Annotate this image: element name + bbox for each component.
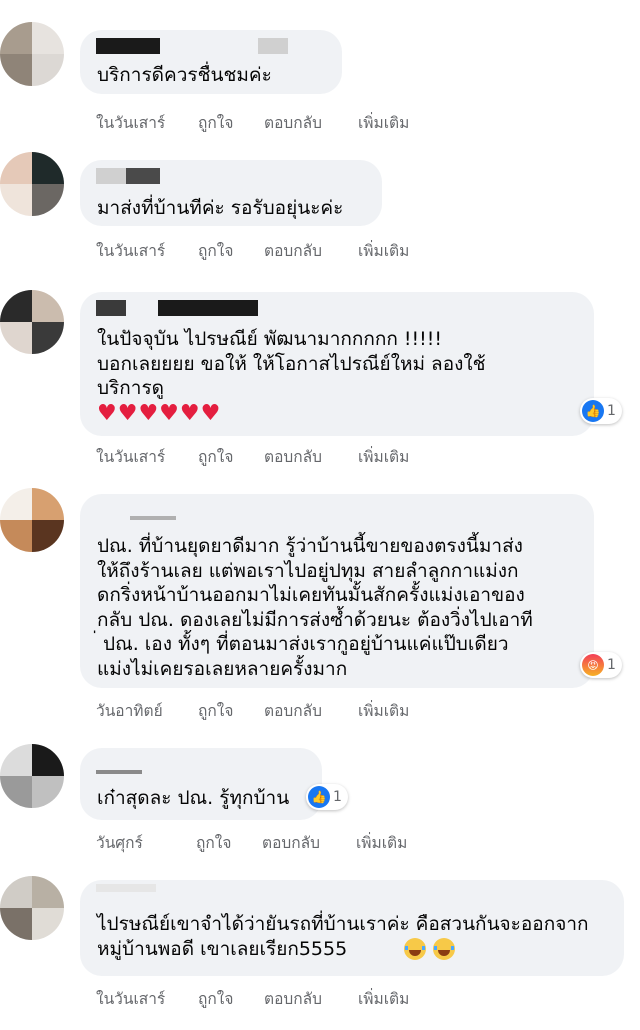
- more-button[interactable]: เพิ่มเติม: [358, 110, 409, 135]
- comment-text: เก๋าสุดละ ปณ. รู้ทุกบ้าน: [97, 787, 290, 809]
- redacted-name: [96, 770, 142, 774]
- comment-text: บริการดีควรชื่นชมค่ะ: [97, 64, 272, 86]
- redacted-name: [96, 884, 156, 892]
- reaction-count[interactable]: 👍 1: [306, 784, 348, 810]
- avatar[interactable]: [0, 22, 64, 86]
- comment-actions: วันอาทิตย์ ถูกใจ ตอบกลับ เพิ่มเติม: [96, 698, 409, 723]
- reply-button[interactable]: ตอบกลับ: [262, 830, 356, 855]
- comment-actions: ในวันเสาร์ ถูกใจ ตอบกลับ เพิ่มเติม: [96, 110, 409, 135]
- comment-timestamp[interactable]: วันอาทิตย์: [96, 698, 198, 723]
- comment-actions: ในวันเสาร์ ถูกใจ ตอบกลับ เพิ่มเติม: [96, 238, 409, 263]
- reply-button[interactable]: ตอบกลับ: [264, 238, 358, 263]
- reaction-count[interactable]: 😡 1: [580, 652, 622, 678]
- angry-icon: 😡: [582, 654, 604, 676]
- comment-timestamp[interactable]: ในวันเสาร์: [96, 444, 198, 469]
- avatar[interactable]: [0, 876, 64, 940]
- redacted-name: [130, 516, 176, 520]
- tears-of-joy-emoji: [404, 938, 426, 960]
- comment-actions: ในวันเสาร์ ถูกใจ ตอบกลับ เพิ่มเติม: [96, 444, 409, 469]
- avatar[interactable]: [0, 152, 64, 216]
- reply-button[interactable]: ตอบกลับ: [264, 444, 358, 469]
- comment-bubble: ในปัจจุบัน ไปรษณีย์ พัฒนามากกกกก !!!!! บ…: [80, 292, 594, 436]
- reaction-number: 1: [607, 657, 616, 673]
- redacted-name[interactable]: [158, 300, 258, 316]
- comment-timestamp[interactable]: ในวันเสาร์: [96, 110, 198, 135]
- redacted-name[interactable]: [96, 300, 126, 316]
- redacted-name[interactable]: [96, 38, 160, 54]
- redacted-name[interactable]: [126, 168, 160, 184]
- comment-text: มาส่งที่บ้านทีค่ะ รอรับอยุ่นะค่ะ: [97, 197, 344, 219]
- reply-button[interactable]: ตอบกลับ: [264, 698, 358, 723]
- comment-bubble: เก๋าสุดละ ปณ. รู้ทุกบ้าน: [80, 748, 322, 820]
- reply-button[interactable]: ตอบกลับ: [264, 986, 358, 1011]
- more-button[interactable]: เพิ่มเติม: [356, 830, 407, 855]
- comment-bubble: บริการดีควรชื่นชมค่ะ: [80, 30, 342, 94]
- reply-button[interactable]: ตอบกลับ: [264, 110, 358, 135]
- more-button[interactable]: เพิ่มเติม: [358, 444, 409, 469]
- like-icon: 👍: [308, 786, 330, 808]
- comment-timestamp[interactable]: วันศุกร์: [96, 830, 196, 855]
- like-button[interactable]: ถูกใจ: [198, 698, 264, 723]
- reaction-number: 1: [333, 789, 342, 805]
- like-button[interactable]: ถูกใจ: [198, 444, 264, 469]
- like-button[interactable]: ถูกใจ: [198, 110, 264, 135]
- reaction-count[interactable]: 👍 1: [580, 398, 622, 424]
- avatar[interactable]: [0, 744, 64, 808]
- comment-thread: บริการดีควรชื่นชมค่ะ ในวันเสาร์ ถูกใจ ตอ…: [0, 0, 640, 1030]
- comment-bubble: ไปรษณีย์เขาจำได้ว่ายันรถที่บ้านเราค่ะ คื…: [80, 880, 624, 976]
- tears-of-joy-emoji: [433, 938, 456, 960]
- comment-actions: ในวันเสาร์ ถูกใจ ตอบกลับ เพิ่มเติม: [96, 986, 409, 1011]
- avatar[interactable]: [0, 290, 64, 354]
- avatar[interactable]: [0, 488, 64, 552]
- comment-text: ไปรษณีย์เขาจำได้ว่ายันรถที่บ้านเราค่ะ คื…: [97, 913, 589, 960]
- comment-timestamp[interactable]: ในวันเสาร์: [96, 238, 198, 263]
- like-icon: 👍: [582, 400, 604, 422]
- comment-bubble: ปณ. ที่บ้านยุดยาดีมาก รู้ว่าบ้านนี้ขายขอ…: [80, 494, 594, 688]
- comment-text: ปณ. ที่บ้านยุดยาดีมาก รู้ว่าบ้านนี้ขายขอ…: [97, 535, 533, 680]
- emoji-row: [402, 938, 456, 961]
- like-button[interactable]: ถูกใจ: [198, 986, 264, 1011]
- more-button[interactable]: เพิ่มเติม: [358, 238, 409, 263]
- heart-emojis: ♥♥♥♥♥♥: [97, 401, 222, 426]
- more-button[interactable]: เพิ่มเติม: [358, 986, 409, 1011]
- comment-text: ในปัจจุบัน ไปรษณีย์ พัฒนามากกกกก !!!!! บ…: [97, 328, 486, 399]
- comment-bubble: มาส่งที่บ้านทีค่ะ รอรับอยุ่นะค่ะ: [80, 160, 382, 226]
- comment-timestamp[interactable]: ในวันเสาร์: [96, 986, 198, 1011]
- reaction-number: 1: [607, 403, 616, 419]
- redacted-name: [258, 38, 288, 54]
- more-button[interactable]: เพิ่มเติม: [358, 698, 409, 723]
- comment-actions: วันศุกร์ ถูกใจ ตอบกลับ เพิ่มเติม: [96, 830, 407, 855]
- like-button[interactable]: ถูกใจ: [198, 238, 264, 263]
- redacted-name: [96, 168, 126, 184]
- like-button[interactable]: ถูกใจ: [196, 830, 262, 855]
